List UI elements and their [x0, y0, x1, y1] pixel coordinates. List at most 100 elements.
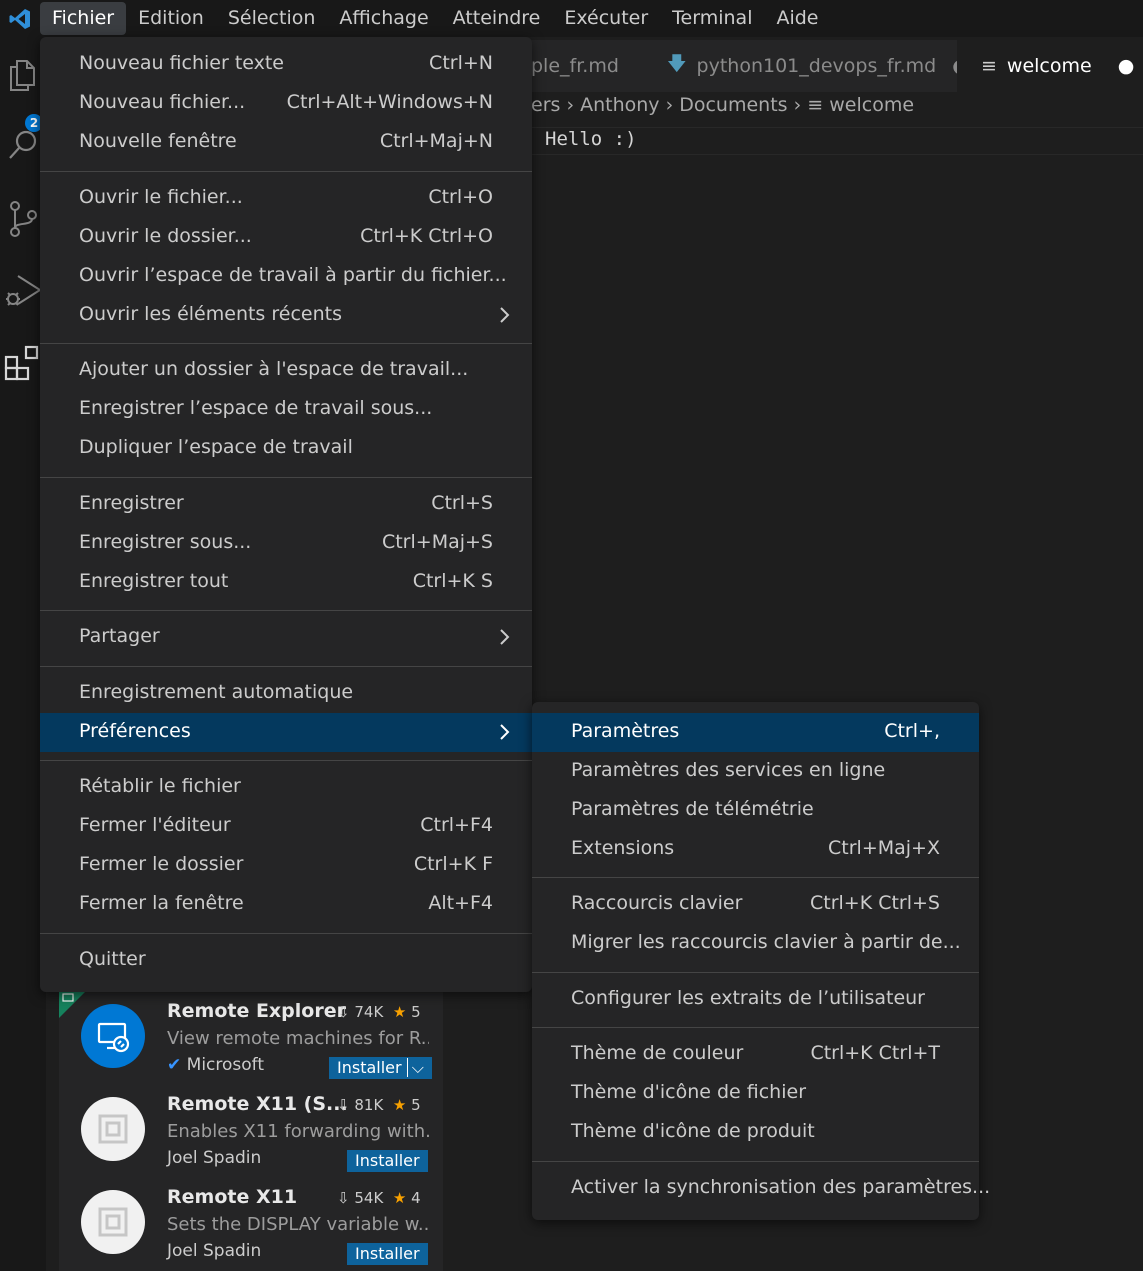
extension-description: Sets the DISPLAY variable w... [167, 1214, 429, 1235]
tab-welcome[interactable]: ≡ welcome ● [957, 40, 1143, 92]
menu-item-migrer-raccourcis[interactable]: Migrer les raccourcis clavier à partir d… [532, 924, 979, 963]
extension-description: View remote machines for R... [167, 1028, 429, 1049]
extension-name: Remote Explorer [167, 1000, 346, 1022]
menu-item-ouvrir-espace-travail[interactable]: Ouvrir l’espace de travail à partir du f… [40, 257, 532, 296]
menu-item-enregistrer-sous[interactable]: Enregistrer sous... Ctrl+Maj+S [40, 524, 532, 563]
extension-name: Remote X11 (S... [167, 1093, 348, 1115]
chevron-right-icon: › [665, 94, 680, 116]
menu-atteindre[interactable]: Atteindre [441, 2, 553, 35]
extension-publisher: ✔ Microsoft [167, 1055, 265, 1075]
extension-item[interactable]: Remote Explorer ⇩ 74K ★ 5 View remote ma… [59, 990, 443, 1083]
menu-item-theme-couleur[interactable]: Thème de couleur Ctrl+K Ctrl+T [532, 1035, 979, 1074]
menubar: Fichier Edition Sélection Affichage Atte… [0, 0, 1143, 37]
text-file-icon: ≡ [807, 94, 830, 116]
install-button[interactable]: Installer [347, 1243, 428, 1265]
menu-item-nouveau-fichier-texte[interactable]: Nouveau fichier texte Ctrl+N [40, 45, 532, 84]
menu-separator [40, 610, 532, 611]
star-icon: ★ [392, 1189, 407, 1207]
chevron-right-icon: › [566, 94, 581, 116]
star-icon: ★ [392, 1096, 407, 1114]
menu-aide[interactable]: Aide [764, 2, 830, 35]
menu-terminal[interactable]: Terminal [660, 2, 764, 35]
editor-line[interactable]: Hello :) [545, 128, 637, 150]
menu-item-parametres-telemetrie[interactable]: Paramètres de télémétrie [532, 791, 979, 830]
menu-item-nouvelle-fenetre[interactable]: Nouvelle fenêtre Ctrl+Maj+N [40, 123, 532, 162]
menu-item-enregistrer-espace-sous[interactable]: Enregistrer l’espace de travail sous... [40, 390, 532, 429]
menu-item-theme-icone-fichier[interactable]: Thème d'icône de fichier [532, 1074, 979, 1113]
menu-item-ouvrir-dossier[interactable]: Ouvrir le dossier... Ctrl+K Ctrl+O [40, 218, 532, 257]
menu-item-ouvrir-fichier[interactable]: Ouvrir le fichier... Ctrl+O [40, 179, 532, 218]
remote-x11-icon [81, 1097, 145, 1161]
extension-item[interactable]: Remote X11 ⇩ 54K ★ 4 Sets the DISPLAY va… [59, 1176, 443, 1269]
breadcrumb-item[interactable]: ers [531, 94, 560, 116]
star-icon: ★ [392, 1003, 407, 1021]
menu-affichage[interactable]: Affichage [327, 2, 440, 35]
menu-item-enregistrement-auto[interactable]: Enregistrement automatique [40, 674, 532, 713]
menu-item-quitter[interactable]: Quitter [40, 941, 532, 980]
extensions-icon[interactable] [4, 343, 42, 383]
menu-separator [40, 171, 532, 172]
menu-item-partager[interactable]: Partager [40, 618, 532, 657]
menu-item-fermer-dossier[interactable]: Fermer le dossier Ctrl+K F [40, 846, 532, 885]
menu-separator [40, 760, 532, 761]
tab-python101[interactable]: 🡇 python101_devops_fr.md ● [649, 40, 969, 92]
extension-item[interactable]: Remote X11 (S... ⇩ 81K ★ 5 Enables X11 f… [59, 1083, 443, 1176]
extension-description: Enables X11 forwarding with... [167, 1121, 429, 1142]
menu-separator [40, 666, 532, 667]
menu-separator [532, 877, 979, 878]
menu-separator [40, 343, 532, 344]
tab-label: welcome [1006, 55, 1092, 77]
menu-item-nouveau-fichier[interactable]: Nouveau fichier... Ctrl+Alt+Windows+N [40, 84, 532, 123]
menu-item-parametres[interactable]: Paramètres Ctrl+, [532, 713, 979, 752]
download-icon: ⇩ [337, 1189, 350, 1207]
breadcrumb-item[interactable]: Documents [679, 94, 787, 116]
chevron-down-icon[interactable]: ⌵ [406, 1058, 424, 1077]
menu-item-preferences[interactable]: Préférences [40, 713, 532, 752]
menu-selection[interactable]: Sélection [216, 2, 328, 35]
explorer-icon[interactable] [4, 55, 42, 95]
editor-tab-bar: ple_fr.md 🡇 python101_devops_fr.md ● ≡ w… [531, 40, 1143, 92]
menu-item-theme-icone-produit[interactable]: Thème d'icône de produit [532, 1113, 979, 1152]
menu-separator [40, 933, 532, 934]
menu-item-parametres-services[interactable]: Paramètres des services en ligne [532, 752, 979, 791]
breadcrumb-item[interactable]: welcome [829, 94, 914, 116]
menu-edition[interactable]: Edition [126, 2, 216, 35]
unsaved-dot-icon[interactable]: ● [1118, 55, 1135, 77]
menu-item-enregistrer-tout[interactable]: Enregistrer tout Ctrl+K S [40, 563, 532, 602]
menu-executer[interactable]: Exécuter [552, 2, 660, 35]
menu-item-fermer-fenetre[interactable]: Fermer la fenêtre Alt+F4 [40, 885, 532, 924]
source-control-icon[interactable] [4, 199, 42, 239]
tab-ple-fr[interactable]: ple_fr.md [531, 40, 645, 92]
menu-item-raccourcis-clavier[interactable]: Raccourcis clavier Ctrl+K Ctrl+S [532, 885, 979, 924]
menu-item-ouvrir-recents[interactable]: Ouvrir les éléments récents [40, 296, 532, 335]
menu-item-ajouter-dossier[interactable]: Ajouter un dossier à l'espace de travail… [40, 351, 532, 390]
breadcrumb: ers › Anthony › Documents › ≡ welcome [531, 94, 914, 116]
install-button[interactable]: Installer ⌵ [329, 1057, 432, 1079]
remote-explorer-icon [81, 1004, 145, 1068]
file-menu: Nouveau fichier texte Ctrl+N Nouveau fich… [40, 37, 532, 992]
menu-separator [532, 1161, 979, 1162]
menu-item-fermer-editeur[interactable]: Fermer l'éditeur Ctrl+F4 [40, 807, 532, 846]
download-icon: ⇩ [337, 1003, 350, 1021]
breadcrumb-item[interactable]: Anthony [580, 94, 659, 116]
extension-publisher: Joel Spadin [167, 1148, 262, 1168]
menu-item-configurer-extraits[interactable]: Configurer les extraits de l’utilisateur [532, 980, 979, 1019]
extension-stats: ⇩ 81K ★ 5 [337, 1096, 421, 1114]
menu-item-extensions[interactable]: Extensions Ctrl+Maj+X [532, 830, 979, 869]
menu-item-dupliquer-espace[interactable]: Dupliquer l’espace de travail [40, 429, 532, 468]
tab-label: python101_devops_fr.md [696, 55, 937, 77]
vscode-logo-icon [0, 0, 40, 37]
preferences-submenu: Paramètres Ctrl+, Paramètres des services… [532, 702, 990, 1220]
menu-item-activer-synchronisation[interactable]: Activer la synchronisation des paramètre… [532, 1169, 990, 1208]
extension-stats: ⇩ 54K ★ 4 [337, 1189, 421, 1207]
menu-item-retablir-fichier[interactable]: Rétablir le fichier [40, 768, 532, 807]
menu-separator [40, 477, 532, 478]
chevron-right-icon: › [793, 94, 808, 116]
menu-item-enregistrer[interactable]: Enregistrer Ctrl+S [40, 485, 532, 524]
chevron-right-icon [500, 724, 510, 740]
install-button[interactable]: Installer [347, 1150, 428, 1172]
menu-fichier[interactable]: Fichier [40, 2, 127, 35]
run-debug-icon[interactable] [4, 271, 42, 311]
chevron-right-icon [500, 307, 510, 323]
tab-label: ple_fr.md [531, 55, 619, 77]
